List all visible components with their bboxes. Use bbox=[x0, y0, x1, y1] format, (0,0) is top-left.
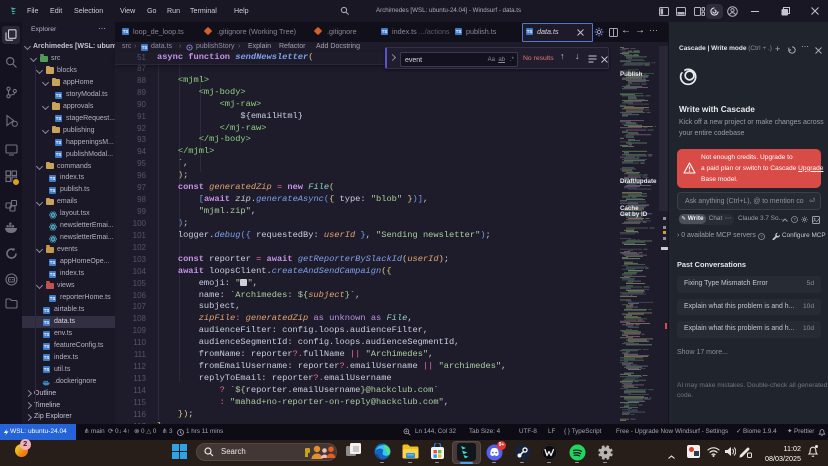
svg-text:?: ? bbox=[760, 234, 763, 239]
svg-text:?: ? bbox=[793, 217, 796, 222]
